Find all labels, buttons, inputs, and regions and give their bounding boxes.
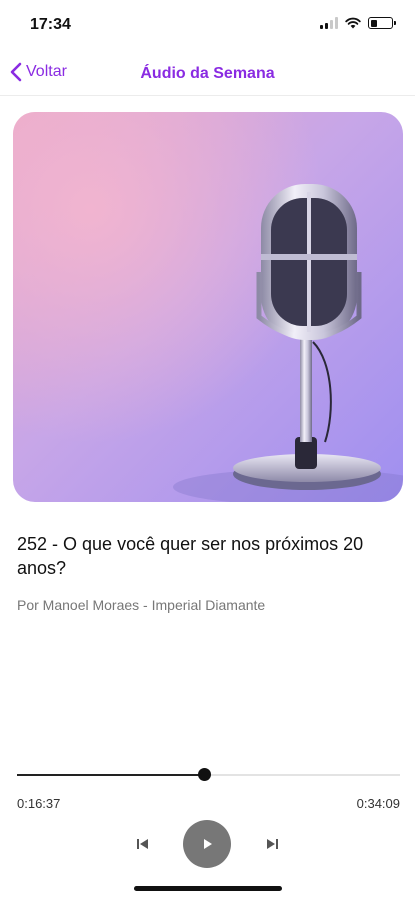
episode-author: Por Manoel Moraes - Imperial Diamante [17,597,266,613]
play-icon [204,839,212,849]
skip-forward-icon [267,839,278,849]
episode-cover-image [13,112,403,502]
nav-bar: Voltar Áudio da Semana [0,52,415,96]
back-button[interactable]: Voltar [10,62,67,82]
signal-icon [320,17,338,29]
wifi-icon [345,17,361,29]
play-button[interactable] [183,820,231,868]
status-icons [320,17,396,29]
skip-back-button[interactable] [133,834,153,854]
skip-back-icon [137,839,148,849]
episode-title: 252 - O que você quer ser nos próximos 2… [17,534,364,578]
total-time: 0:34:09 [356,796,400,811]
status-bar: 17:34 [0,0,415,50]
progress-thumb[interactable] [197,768,211,781]
chevron-left-icon [10,62,22,82]
back-label: Voltar [26,63,67,80]
status-time: 17:34 [30,16,71,33]
progress-slider[interactable] [17,768,400,781]
microphone-illustration-icon [13,112,403,502]
skip-forward-button[interactable] [262,834,282,854]
battery-icon [368,17,396,29]
elapsed-time: 0:16:37 [17,796,61,811]
home-indicator [134,886,282,891]
progress-fill [17,774,204,776]
playback-controls [0,820,415,868]
battery-fill [370,19,377,27]
